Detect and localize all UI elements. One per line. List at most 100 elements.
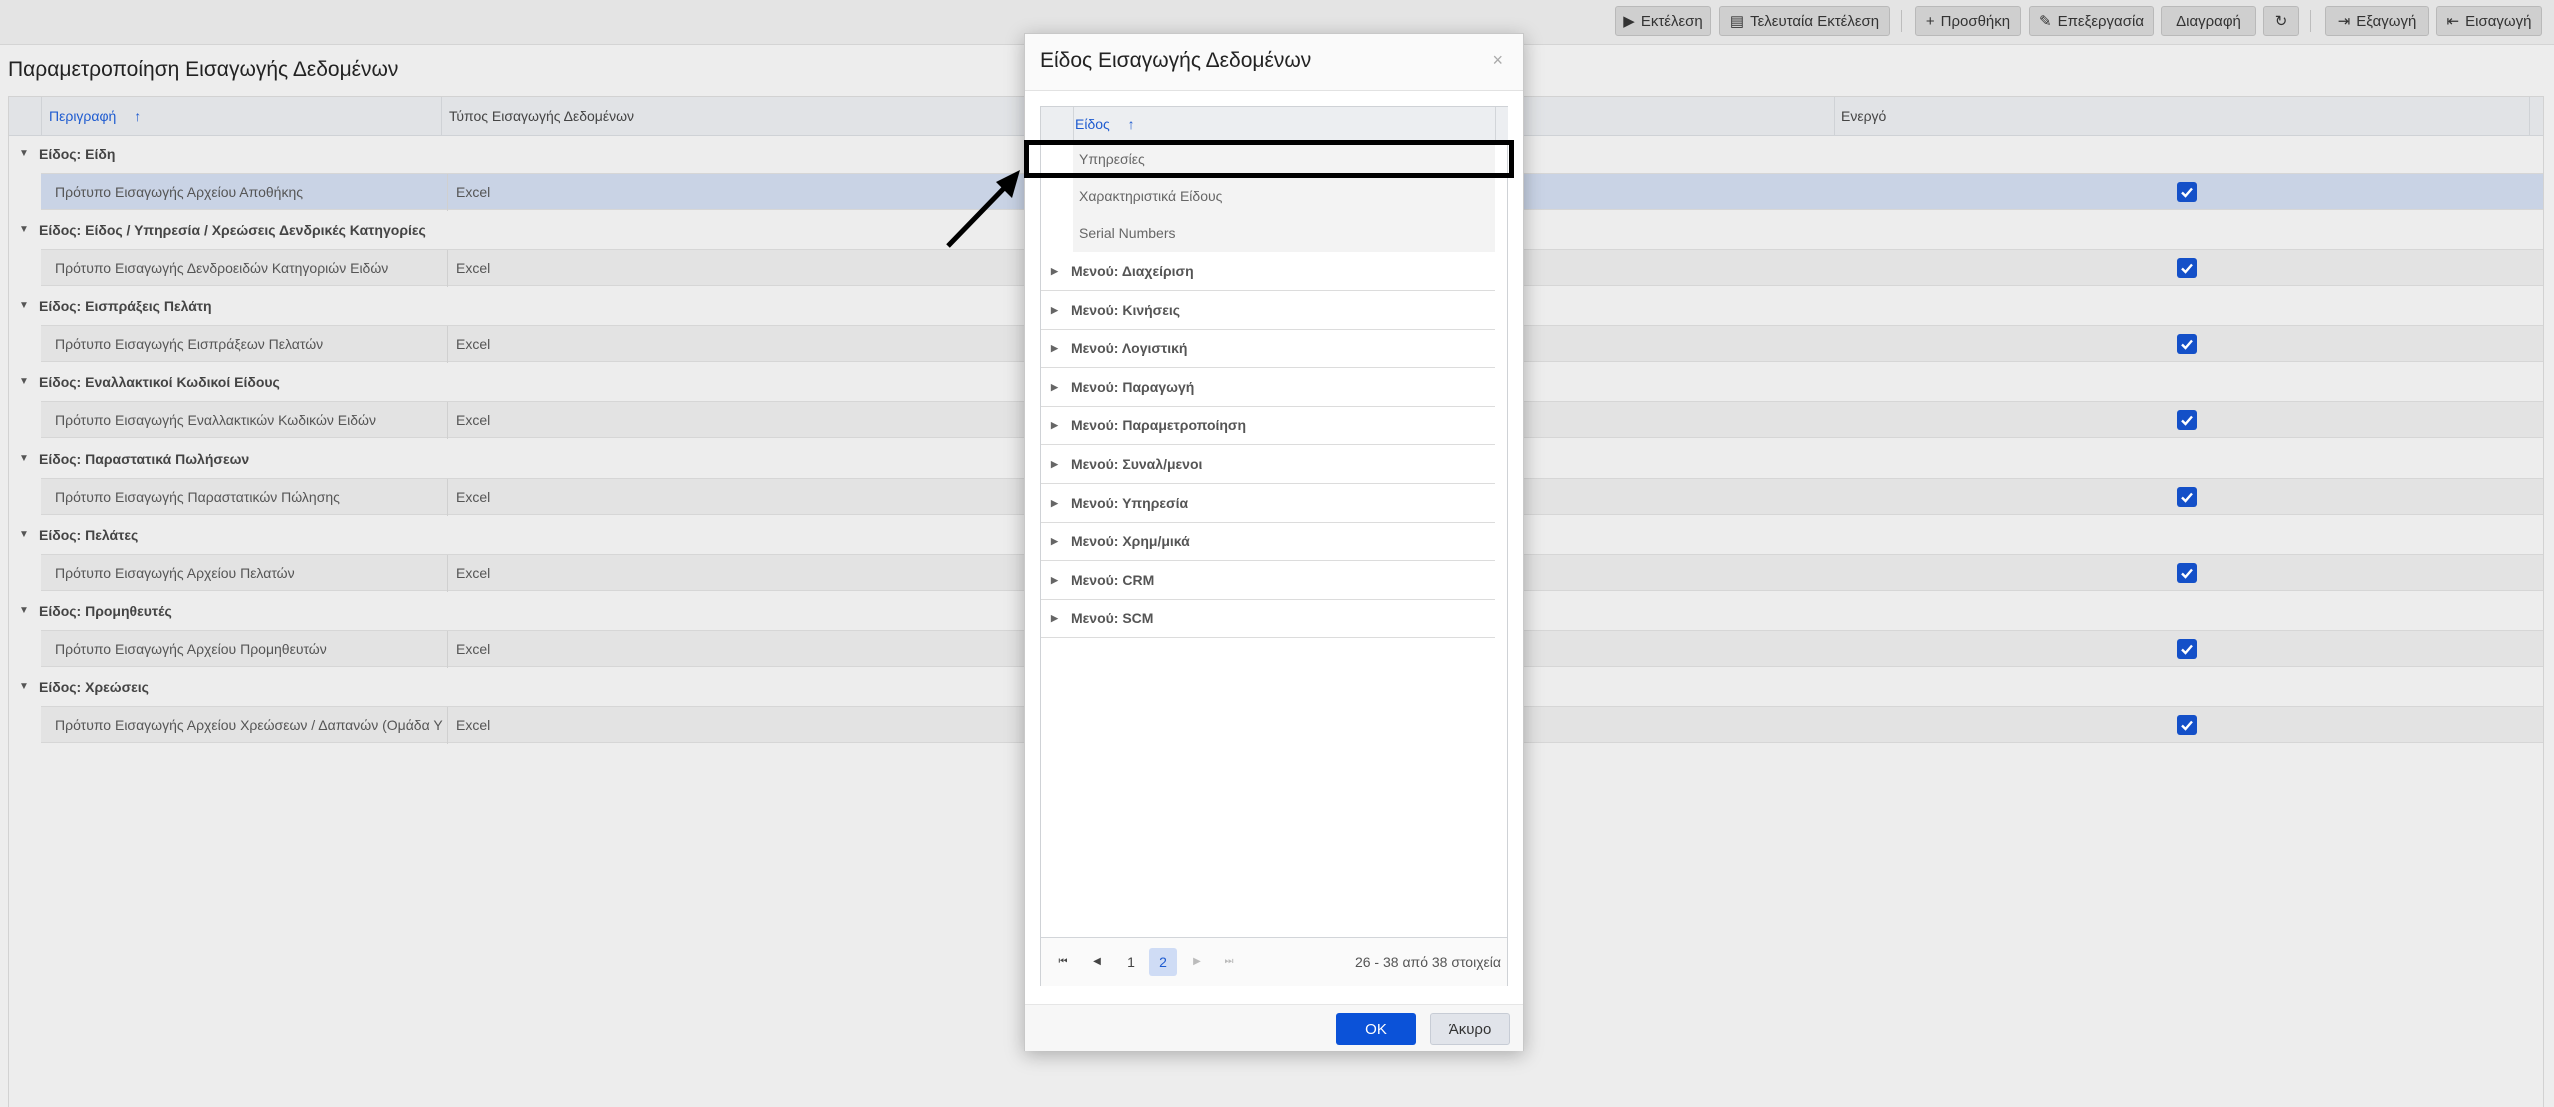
cell-type: Excel: [447, 479, 490, 516]
chevron-right-icon[interactable]: ▶: [1051, 522, 1058, 560]
delete-button-label: Διαγραφή: [2176, 12, 2241, 30]
cell-type: Excel: [447, 326, 490, 363]
list-item-item-characteristics[interactable]: Χαρακτηριστικά Είδους: [1073, 178, 1495, 215]
menu-group-row[interactable]: ▶ Μενού: CRM: [1041, 561, 1495, 600]
chevron-down-icon[interactable]: ▼: [19, 363, 29, 401]
menu-group-row[interactable]: ▶ Μενού: Συναλ/μενοι: [1041, 445, 1495, 484]
first-page-icon[interactable]: ⏮: [1049, 948, 1077, 976]
chevron-down-icon[interactable]: ▼: [19, 440, 29, 478]
column-header-active[interactable]: Ενεργό: [1841, 97, 1886, 135]
page-title: Παραμετροποίηση Εισαγωγής Δεδομένων: [8, 58, 399, 81]
chevron-right-icon[interactable]: ▶: [1051, 445, 1058, 483]
cell-type: Excel: [447, 631, 490, 668]
chevron-right-icon[interactable]: ▶: [1051, 406, 1058, 444]
active-checkbox[interactable]: [2177, 334, 2197, 354]
list-item-label: Χαρακτηριστικά Είδους: [1079, 188, 1223, 204]
group-label: Είδος: Είδος / Υπηρεσία / Χρεώσεις Δενδρ…: [39, 222, 426, 238]
import-button[interactable]: ⇤ Εισαγωγή: [2436, 6, 2542, 36]
chevron-right-icon[interactable]: ▶: [1051, 368, 1058, 406]
check-icon: [2181, 568, 2193, 579]
run-button[interactable]: ▶ Εκτέλεση: [1615, 6, 1711, 36]
chevron-down-icon[interactable]: ▼: [19, 592, 29, 630]
column-divider: [41, 97, 42, 135]
chevron-right-icon[interactable]: ▶: [1051, 599, 1058, 637]
menu-group-row[interactable]: ▶ Μενού: Παραμετροποίηση: [1041, 406, 1495, 446]
list-item-serial-numbers[interactable]: Serial Numbers: [1073, 215, 1495, 252]
cell-description: Πρότυπο Εισαγωγής Αρχείου Αποθήκης: [55, 184, 304, 200]
check-icon: [2181, 187, 2193, 198]
toolbar-divider: [1901, 10, 1902, 32]
import-button-label: Εισαγωγή: [2465, 12, 2532, 30]
edit-button-label: Επεξεργασία: [2057, 12, 2144, 30]
menu-group-label: Μενού: CRM: [1071, 571, 1155, 588]
active-checkbox[interactable]: [2177, 410, 2197, 430]
column-divider: [1834, 97, 1835, 135]
play-icon: ▶: [1623, 13, 1635, 30]
add-button[interactable]: + Προσθήκη: [1915, 6, 2021, 36]
column-divider: [1073, 107, 1074, 141]
cell-description: Πρότυπο Εισαγωγής Δενδροειδών Κατηγοριών…: [55, 260, 389, 276]
chevron-right-icon[interactable]: ▶: [1051, 329, 1058, 367]
column-header-description[interactable]: Περιγραφή ↑: [49, 97, 141, 135]
chevron-right-icon[interactable]: ▶: [1051, 252, 1058, 290]
group-label: Είδος: Εισπράξεις Πελάτη: [39, 298, 212, 314]
menu-group-row[interactable]: ▶ Μενού: Κινήσεις: [1041, 291, 1495, 330]
menu-group-row[interactable]: ▶ Μενού: Παραγωγή: [1041, 368, 1495, 407]
cell-type: Excel: [447, 174, 490, 211]
menu-group-row[interactable]: ▶ Μενού: Υπηρεσία: [1041, 484, 1495, 523]
group-label: Είδος: Εναλλακτικοί Κωδικοί Είδους: [39, 374, 280, 390]
export-button[interactable]: ⇥ Εξαγωγή: [2325, 6, 2429, 36]
active-checkbox[interactable]: [2177, 487, 2197, 507]
menu-group-row[interactable]: ▶ Μενού: Χρημ/μικά: [1041, 522, 1495, 562]
last-page-icon[interactable]: ⏭: [1215, 948, 1243, 976]
chevron-right-icon[interactable]: ▶: [1051, 561, 1058, 599]
dialog-footer: OK Άκυρο: [1025, 1004, 1523, 1051]
scrollbar[interactable]: [1495, 107, 1508, 141]
column-header-type[interactable]: Τύπος Εισαγωγής Δεδομένων: [449, 97, 634, 135]
menu-group-row[interactable]: ▶ Μενού: Λογιστική: [1041, 329, 1495, 369]
active-checkbox[interactable]: [2177, 563, 2197, 583]
ok-button[interactable]: OK: [1336, 1013, 1416, 1045]
edit-button[interactable]: ✎ Επεξεργασία: [2029, 6, 2154, 36]
refresh-button[interactable]: ↻: [2263, 6, 2299, 36]
chevron-right-icon[interactable]: ▶: [1051, 484, 1058, 522]
chevron-down-icon[interactable]: ▼: [19, 668, 29, 706]
column-header-type-label: Είδος: [1075, 116, 1110, 132]
page-button-2[interactable]: 2: [1149, 948, 1177, 976]
page-button-1[interactable]: 1: [1117, 948, 1145, 976]
column-header-type[interactable]: Είδος ↑: [1075, 107, 1135, 141]
chevron-down-icon[interactable]: ▼: [19, 211, 29, 249]
sort-ascending-icon: ↑: [1127, 116, 1135, 132]
group-label: Είδος: Παραστατικά Πωλήσεων: [39, 451, 250, 467]
last-run-button[interactable]: ▤ Τελευταία Εκτέλεση: [1719, 6, 1890, 36]
check-icon: [2181, 415, 2193, 426]
pager-info: 26 - 38 από 38 στοιχεία: [1354, 954, 1501, 970]
cell-type: Excel: [447, 402, 490, 439]
list-header: Είδος ↑: [1041, 107, 1495, 142]
run-button-label: Εκτέλεση: [1640, 12, 1703, 30]
previous-page-icon[interactable]: ◀: [1083, 948, 1111, 976]
chevron-right-icon[interactable]: ▶: [1051, 291, 1058, 329]
delete-button[interactable]: Διαγραφή: [2161, 6, 2256, 36]
chevron-down-icon[interactable]: ▼: [19, 287, 29, 325]
active-checkbox[interactable]: [2177, 715, 2197, 735]
group-label: Είδος: Είδη: [39, 146, 116, 162]
chevron-down-icon[interactable]: ▼: [19, 516, 29, 554]
menu-group-label: Μενού: Υπηρεσία: [1071, 494, 1189, 511]
highlight-box: [1024, 140, 1514, 178]
close-icon[interactable]: ×: [1492, 50, 1503, 71]
menu-group-label: Μενού: SCM: [1071, 610, 1154, 627]
next-page-icon[interactable]: ▶: [1183, 948, 1211, 976]
cell-description: Πρότυπο Εισαγωγής Εισπράξεων Πελατών: [55, 336, 324, 352]
active-checkbox[interactable]: [2177, 258, 2197, 278]
menu-group-row[interactable]: ▶ Μενού: SCM: [1041, 599, 1495, 639]
cancel-button[interactable]: Άκυρο: [1430, 1013, 1510, 1045]
menu-group-row[interactable]: ▶ Μενού: Διαχείριση: [1041, 252, 1495, 291]
menu-group-label: Μενού: Συναλ/μενοι: [1071, 456, 1203, 472]
active-checkbox[interactable]: [2177, 639, 2197, 659]
cell-description: Πρότυπο Εισαγωγής Εναλλακτικών Κωδικών Ε…: [55, 412, 376, 428]
active-checkbox[interactable]: [2177, 182, 2197, 202]
cell-description: Πρότυπο Εισαγωγής Αρχείου Προμηθευτών: [55, 641, 327, 657]
import-type-list: Είδος ↑ Υπηρεσίες Χαρακτηριστικά Είδους …: [1040, 106, 1508, 986]
chevron-down-icon[interactable]: ▼: [19, 135, 29, 173]
